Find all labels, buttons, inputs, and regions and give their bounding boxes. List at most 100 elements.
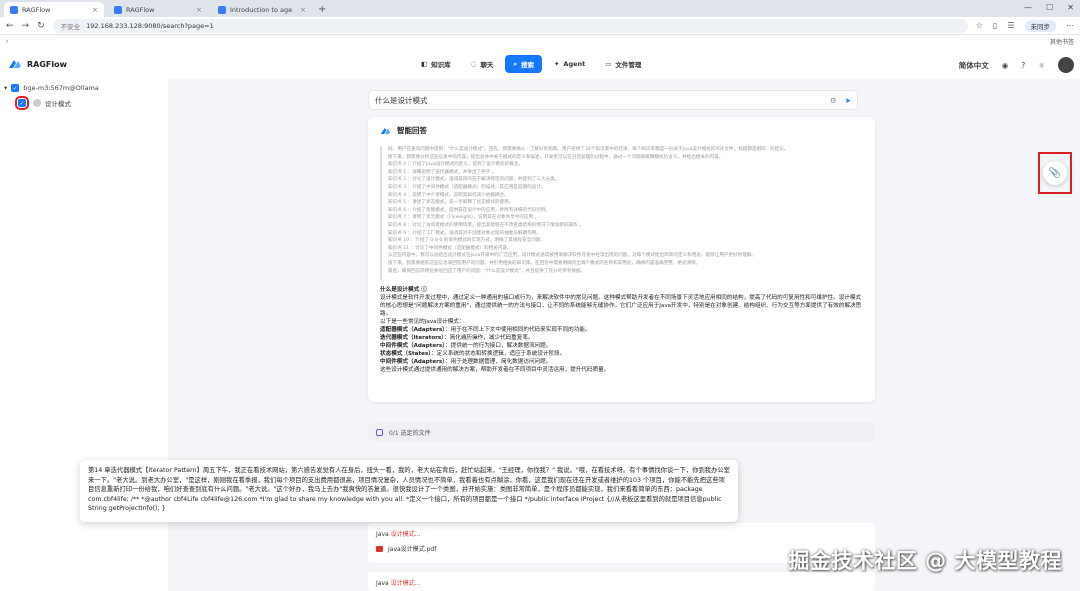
back-icon[interactable]: ←	[6, 21, 14, 31]
favorites-icon[interactable]: ☰	[1007, 21, 1014, 30]
answer-item: 迭代器模式（Iterators）：简化遍历操作，减少代码重复率。	[380, 334, 863, 342]
tab-label: Introduction to age	[230, 5, 293, 14]
tab-close-icon[interactable]: ×	[92, 6, 98, 14]
nav-label: Agent	[563, 60, 586, 68]
search-box[interactable]: 什么是设计模式 ⚙ ➤	[368, 90, 858, 110]
item-desc: ：用于在不同上下文中使用相同的代码来实现不同的功能。	[445, 327, 591, 333]
doc-checkbox[interactable]: ✓	[15, 96, 29, 110]
close-window-icon[interactable]: ✕	[1067, 3, 1074, 12]
answer-list-intro: 以下是一些常见的Java设计模式：	[380, 319, 465, 325]
app-name: RAGFlow	[27, 59, 68, 69]
browser-tab-1[interactable]: RAGFlow ×	[4, 2, 104, 17]
app-logo[interactable]: RAGFlow	[8, 58, 67, 70]
card-title: Java 设计模式...	[376, 529, 867, 538]
tab-close-icon[interactable]: ×	[196, 6, 202, 14]
answer-heading: 什么是设计模式 ⓘ	[380, 286, 863, 294]
url-field[interactable]: 不安全 192.168.233.128:9080/search?page=1	[52, 18, 968, 33]
card-keyword: 设计模式...	[390, 531, 421, 538]
selected-files-bar[interactable]: 0/1 选定的文件	[368, 423, 875, 441]
thinking-line: 知识点 9 ：介绍了工厂模式，强调其对于创建对象过程的抽象与解耦作用。	[388, 230, 541, 236]
info-icon[interactable]: ⓘ	[421, 287, 427, 293]
nav-knowledge-base[interactable]: ◧ 知识库	[413, 55, 459, 73]
bookmarks-chevron-icon[interactable]: ›	[6, 38, 8, 45]
card-source: Java	[376, 580, 389, 587]
nav-agent[interactable]: ✦ Agent	[546, 55, 593, 73]
more-icon[interactable]: ⋯	[1066, 21, 1074, 30]
answer-item: 适配器模式（Adapters）：用于在不同上下文中使用相同的代码来实现不同的功能…	[380, 326, 863, 334]
split-icon[interactable]: ▯	[993, 21, 997, 30]
avatar[interactable]	[1058, 57, 1074, 73]
answer-result: 什么是设计模式 ⓘ 设计模式是软件开发过程中，通过定义一种通用的接口或行为，来解…	[380, 286, 863, 374]
minimize-icon[interactable]: —	[1024, 3, 1032, 12]
thinking-line: 知识点 6 ：介绍了策略模式，提供其在设计中的应用，并附有详细的代码示例。	[388, 207, 551, 213]
thinking-line: 知识点 8 ：讨论了访问者模式的使用场景，提出其能够在不改变类结构的情况下增加新…	[388, 222, 584, 228]
thinking-line: 知识点 1 ：详细说明了迭代器模式，并举出了例子 。	[388, 169, 497, 175]
answer-summary: 这些设计模式通过提供通用的解决方案，帮助开发者在不同项目中灵活运用，提升代码质量…	[380, 367, 610, 373]
profile-button[interactable]: 未同步	[1024, 19, 1056, 32]
browser-tab-bar: RAGFlow × RAGFlow × Introduction to age …	[0, 0, 1080, 17]
sun-icon[interactable]: ☼	[1038, 61, 1045, 70]
help-icon[interactable]: ?	[1021, 61, 1025, 70]
nav-label: 知识库	[431, 61, 451, 69]
send-icon[interactable]: ➤	[845, 96, 851, 105]
chat-icon: ◌	[470, 60, 477, 68]
thinking-line: 从这些内容中，我可以总结出设计模式在Java开发中的广泛应用，设计模式通常被用来…	[388, 253, 757, 259]
item-name: 迭代器模式（Iterators）	[380, 335, 445, 341]
tree-row-doc[interactable]: ✓ 设计模式	[0, 96, 168, 110]
other-bookmarks[interactable]: 其他书签	[1050, 37, 1074, 46]
thinking-line: 好，用户在查询问题中提到："什么是设计模式"。首先，我需要确认 · 了解好的指南…	[388, 147, 789, 152]
browser-tab-3[interactable]: Introduction to age ×	[212, 2, 312, 17]
maximize-icon[interactable]: ☐	[1046, 3, 1053, 12]
answer-card: 智能回答 好，用户在查询问题中提到："什么是设计模式"。首先，我需要确认 · 了…	[368, 117, 875, 402]
thinking-line: 知识点 0 ：介绍了Java设计模式的定义，提到了设计模式的概念。	[388, 162, 523, 168]
thinking-block: 好，用户在查询问题中提到："什么是设计模式"。首先，我需要确认 · 了解好的指南…	[380, 146, 863, 280]
caret-down-icon[interactable]: ▾	[4, 84, 7, 92]
forward-icon[interactable]: →	[22, 21, 30, 31]
thinking-line: 知识点 4 ：说明了中介者模式，说明其如何减少依赖耦合。	[388, 192, 509, 198]
window-controls: — ☐ ✕	[1024, 3, 1074, 12]
doc-label: 设计模式	[45, 100, 71, 108]
kb-checkbox[interactable]: ✓	[11, 84, 20, 92]
new-tab-button[interactable]: +	[318, 4, 326, 15]
reload-icon[interactable]: ↻	[37, 21, 45, 31]
search-query[interactable]: 什么是设计模式	[375, 95, 830, 106]
github-icon[interactable]: ◉	[1002, 61, 1009, 70]
item-name: 状态模式（States）	[380, 351, 432, 357]
tree-row-kb[interactable]: ▾ ✓ bge-m3:567m@Ollama	[0, 82, 168, 94]
attach-highlight: 📎	[1038, 152, 1072, 194]
ragflow-favicon-icon	[218, 5, 226, 14]
bookmarks-bar: › 其他书签	[0, 35, 1080, 47]
nav-chat[interactable]: ◌ 聊天	[463, 55, 502, 73]
browser-tab-2[interactable]: RAGFlow ×	[108, 2, 208, 17]
watermark: 掘金技术社区 @ 大模型教程	[788, 549, 1062, 573]
item-desc: ：定义系统的状态和转换逻辑，适应于系统设计阶段。	[431, 351, 566, 357]
nav-label: 聊天	[480, 61, 494, 69]
item-desc: ：简化遍历操作，减少代码重复率。	[444, 335, 534, 341]
thinking-line: 知识点 2 ：讨论了设计模式，强调其目的在于解决特定的问题，并提到了三大分类。	[388, 177, 560, 183]
ragflow-logo-icon	[9, 60, 21, 68]
item-desc: ：用于处理数据管理，简化数据访问问题。	[445, 359, 552, 365]
header-actions: 简体中文 ◉ ? ☼	[959, 57, 1074, 73]
tab-close-icon[interactable]: ×	[300, 6, 306, 14]
thinking-line: 知识点 5 ：讲述了状态模式，说一步解释了状态模式的使用。	[388, 200, 514, 206]
answer-title-text: 智能回答	[397, 126, 427, 135]
nav-file-management[interactable]: ▭ 文件管理	[597, 55, 649, 73]
card-file-name[interactable]: Java设计模式.pdf	[388, 544, 436, 553]
tab-label: RAGFlow	[22, 5, 51, 14]
thinking-line: 最后，确保回答简明扼要地回应了用户的问题："什么是设计模式"，并且提供了充分的参…	[388, 268, 586, 274]
card-title: Java 设计模式...	[376, 578, 867, 587]
answer-title: 智能回答	[380, 125, 863, 136]
nav-label: 文件管理	[615, 61, 642, 69]
answer-item: 中间件模式（Adapters）：用于处理数据管理，简化数据访问问题。	[380, 358, 863, 366]
star-icon[interactable]: ☆	[976, 21, 983, 30]
nav-search[interactable]: ⌕ 搜索	[505, 55, 542, 73]
paperclip-icon[interactable]: 📎	[1043, 161, 1067, 185]
language-select[interactable]: 简体中文	[959, 60, 989, 71]
item-name: 中间件模式（Adapters）	[380, 343, 446, 349]
browser-actions: ☆ ▯ ☰ 未同步 ⋯	[976, 19, 1074, 32]
tab-label: RAGFlow	[126, 5, 155, 14]
database-icon: ◧	[421, 60, 428, 68]
gear-icon[interactable]: ⚙	[830, 96, 837, 105]
thinking-line: 知识点 3 ：介绍了中间件模式（适配器模式）的描述，其应用是后期的设计。	[388, 184, 546, 190]
agent-icon: ✦	[553, 60, 560, 68]
